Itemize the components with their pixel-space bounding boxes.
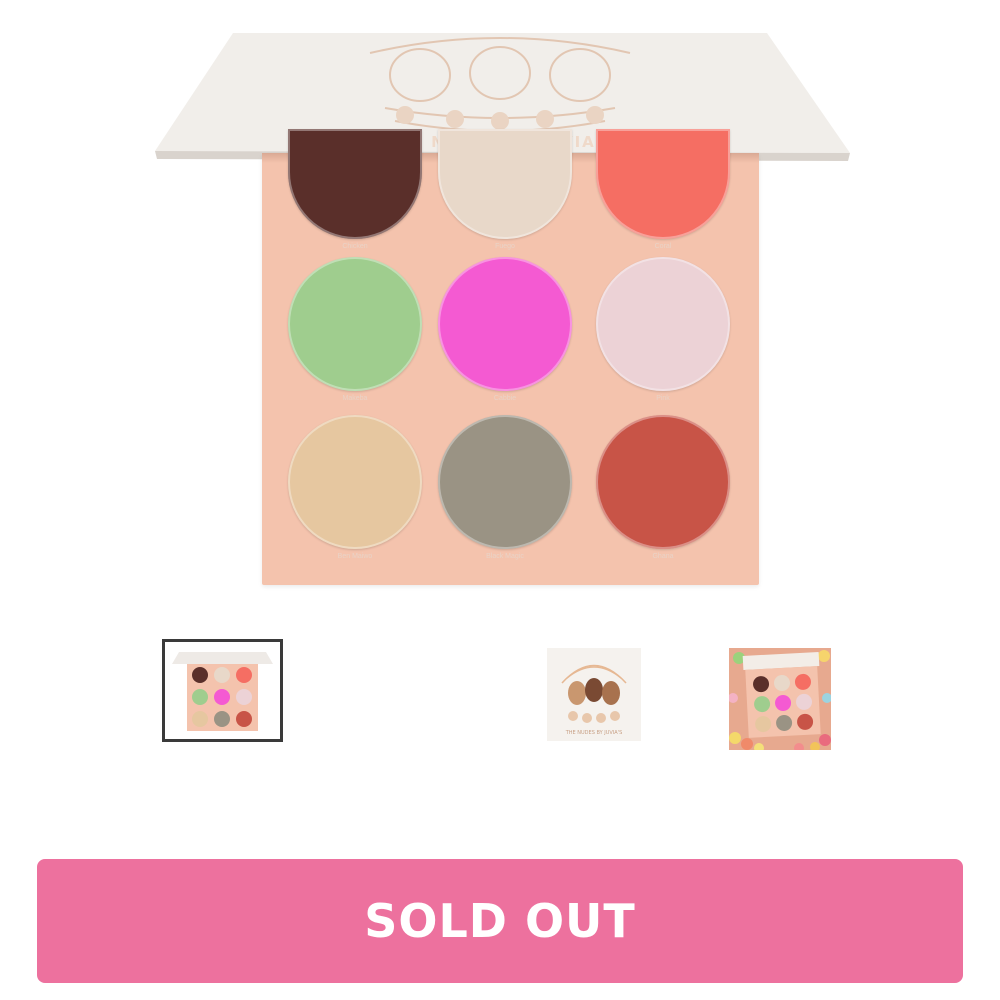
eyeshadow-shade-label: Chicken bbox=[342, 243, 368, 250]
eyeshadow-pan-makeba bbox=[288, 257, 422, 391]
thumbnail-palette-open[interactable] bbox=[162, 639, 283, 742]
product-main-image: THE NUDES BY JUVIA'S ChickenFuegoCoralMa… bbox=[150, 25, 860, 585]
eyeshadow-pan-coral bbox=[596, 129, 730, 239]
palette-open-icon bbox=[172, 652, 273, 731]
thumbnail-palette-candy[interactable] bbox=[729, 648, 831, 750]
eyeshadow-shade-label: Cabbie bbox=[493, 395, 517, 402]
sold-out-button[interactable]: SOLD OUT bbox=[37, 859, 963, 983]
eyeshadow-pan-cabbie bbox=[438, 257, 572, 391]
thumbnail-lid-caption: THE NUDES BY JUVIA'S bbox=[565, 730, 623, 736]
eyeshadow-shade-label: Black Magic bbox=[486, 553, 524, 560]
eyeshadow-shade-label: Pink bbox=[656, 395, 670, 402]
eyeshadow-pan-fuego bbox=[438, 129, 572, 239]
eyeshadow-pan-ben-maiwo bbox=[288, 415, 422, 549]
thumbnail-palette-lid[interactable]: THE NUDES BY JUVIA'S bbox=[547, 648, 641, 741]
eyeshadow-pan-ghana bbox=[596, 415, 730, 549]
palette-lid-icon: THE NUDES BY JUVIA'S bbox=[547, 648, 641, 741]
eyeshadow-pan-chicken bbox=[288, 129, 422, 239]
eyeshadow-shade-label: Ben Maiwo bbox=[337, 553, 373, 560]
eyeshadow-shade-label: Ghana bbox=[652, 553, 674, 560]
eyeshadow-pan-black-magic bbox=[438, 415, 572, 549]
eyeshadow-shade-label: Makeba bbox=[342, 395, 368, 402]
eyeshadow-pan-pink bbox=[596, 257, 730, 391]
eyeshadow-shade-label: Coral bbox=[654, 243, 672, 250]
eyeshadow-shade-label: Fuego bbox=[495, 243, 515, 250]
palette-candy-icon bbox=[729, 648, 831, 750]
palette-tray: Chicken Fuego Coral Makeba Cabbie Pink Ben Mai… bbox=[262, 129, 759, 585]
